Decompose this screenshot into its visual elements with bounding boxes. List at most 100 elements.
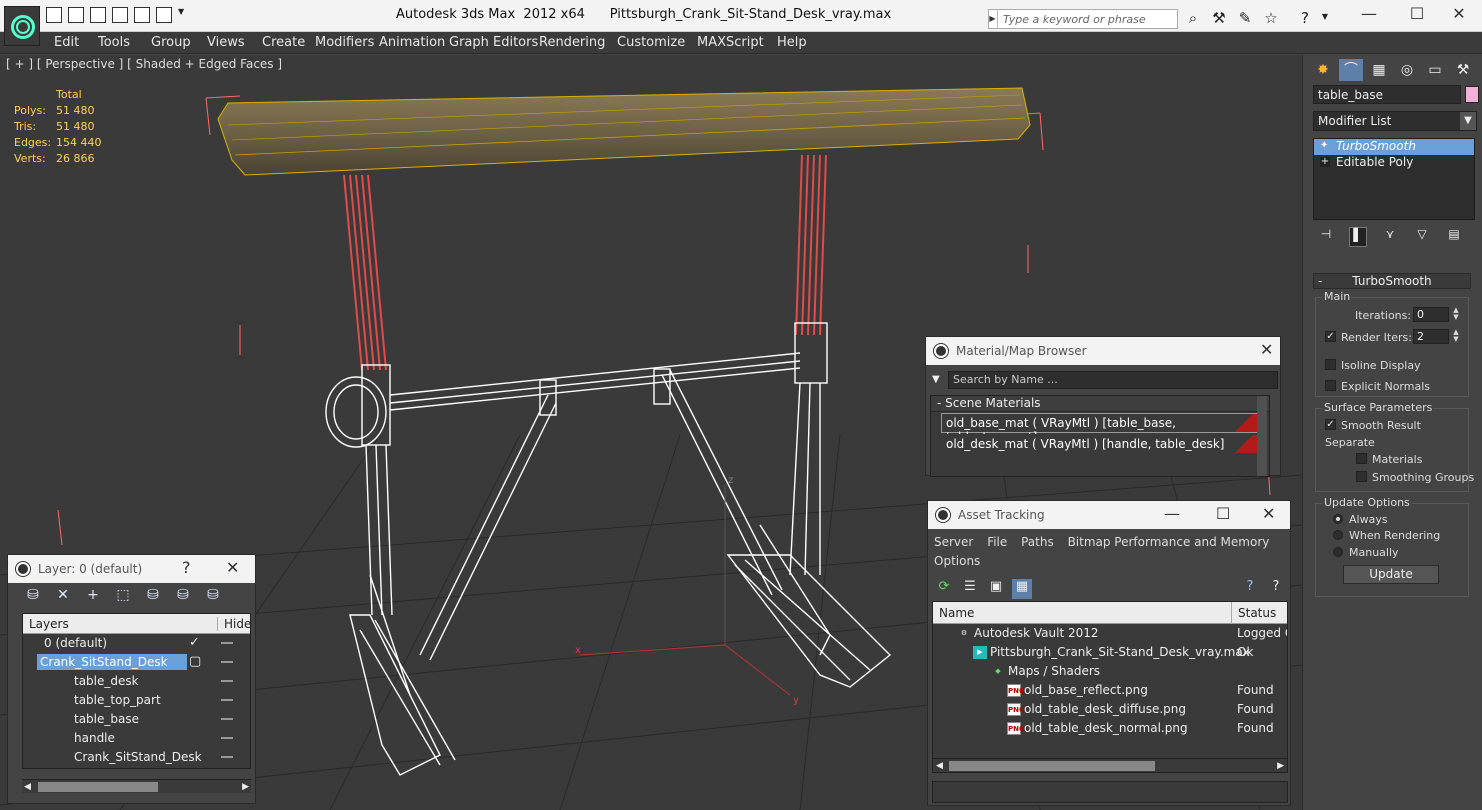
separate-smoothing-groups-checkbox[interactable] <box>1356 471 1367 482</box>
asset-tracking-titlebar[interactable]: Asset Tracking — ☐ ✕ <box>928 501 1290 529</box>
asset-horizontal-scrollbar[interactable]: ◀ ▶ <box>933 758 1287 772</box>
hide-toggle[interactable] <box>221 756 233 758</box>
hide-toggle[interactable] <box>221 737 233 739</box>
status-column-header[interactable]: Status <box>1231 602 1276 624</box>
scroll-left-icon[interactable]: ◀ <box>24 780 31 794</box>
layer-row[interactable]: table_base <box>23 710 250 729</box>
scroll-thumb[interactable] <box>949 761 1155 771</box>
scroll-right-icon[interactable]: ▶ <box>1277 759 1284 772</box>
render-iters-spinner[interactable]: 2 <box>1413 329 1449 344</box>
menu-graph-editors[interactable]: Graph Editors <box>449 35 538 50</box>
menu-create[interactable]: Create <box>262 35 305 50</box>
pin-stack-icon[interactable]: ⊣ <box>1317 227 1335 247</box>
layer-row[interactable]: Crank_SitStand_Desk <box>23 748 250 767</box>
hold-icon[interactable] <box>134 7 150 23</box>
minimize-button[interactable]: — <box>1346 4 1392 23</box>
material-list-scrollbar[interactable] <box>1257 396 1267 476</box>
add-to-layer-icon[interactable]: + <box>82 587 104 607</box>
hide-toggle[interactable] <box>221 680 233 682</box>
spinner-arrows-icon[interactable]: ▲ ▼ <box>1451 329 1461 344</box>
update-when-rendering-radio[interactable] <box>1333 530 1343 540</box>
update-always-radio[interactable] <box>1333 514 1343 524</box>
redo-icon[interactable] <box>112 7 128 23</box>
layer-window-titlebar[interactable]: Layer: 0 (default) ? ✕ <box>8 555 255 583</box>
material-item[interactable]: old_desk_mat ( VRayMtl ) [handle, table_… <box>941 434 1263 454</box>
motion-tab-icon[interactable]: ◎ <box>1395 59 1419 81</box>
update-button[interactable]: Update <box>1343 565 1439 584</box>
asset-row[interactable]: ▶ Pittsburgh_Crank_Sit-Stand_Desk_vray.ma… <box>933 643 1287 662</box>
help-icon[interactable]: ? <box>1240 579 1260 599</box>
close-button[interactable]: ✕ <box>226 558 239 577</box>
thumbnail-view-icon[interactable]: ▣ <box>986 579 1006 599</box>
new-layer-icon[interactable]: ⛁ <box>22 587 44 607</box>
make-unique-icon[interactable]: ⋎ <box>1381 227 1399 247</box>
menu-customize[interactable]: Customize <box>617 35 685 50</box>
lightbulb-icon[interactable]: ✦ <box>1320 141 1330 151</box>
layer-row[interactable]: table_desk <box>23 672 250 691</box>
menu-edit[interactable]: Edit <box>54 35 79 50</box>
refresh-icon[interactable]: ⟳ <box>934 579 954 599</box>
menu-views[interactable]: Views <box>207 35 245 50</box>
create-tab-icon[interactable]: ✸ <box>1311 59 1335 81</box>
scroll-left-icon[interactable]: ◀ <box>936 759 943 772</box>
iterations-spinner[interactable]: 0 <box>1413 307 1449 322</box>
freeze-all-icon[interactable]: ⛁ <box>202 587 224 607</box>
scroll-thumb[interactable] <box>38 782 158 792</box>
fetch-icon[interactable] <box>156 7 172 23</box>
modify-tab-icon[interactable]: ⌒ <box>1339 59 1363 81</box>
material-browser-titlebar[interactable]: Material/Map Browser ✕ <box>926 337 1280 365</box>
help-icon[interactable]: ? <box>1294 9 1316 27</box>
menu-paths[interactable]: Paths <box>1021 535 1054 549</box>
menu-group[interactable]: Group <box>151 35 191 50</box>
open-file-icon[interactable] <box>46 7 62 23</box>
layer-row[interactable]: 0 (default) ✓ <box>23 634 250 653</box>
layer-horizontal-scrollbar[interactable]: ◀ ▶ <box>22 779 251 793</box>
menu-bitmap-performance[interactable]: Bitmap Performance and Memory <box>1068 535 1270 549</box>
hide-all-icon[interactable]: ⛁ <box>172 587 194 607</box>
table-view-icon[interactable]: ▦ <box>1012 579 1032 599</box>
delete-layer-icon[interactable]: ✕ <box>52 587 74 607</box>
material-search-input[interactable]: Search by Name ... <box>948 371 1278 389</box>
help-dropdown-icon[interactable]: ▼ <box>1320 9 1330 27</box>
menu-maxscript[interactable]: MAXScript <box>697 35 764 50</box>
explicit-normals-checkbox[interactable] <box>1325 380 1336 391</box>
stack-item-turbosmooth[interactable]: ✦ TurboSmooth <box>1314 139 1474 155</box>
menu-options[interactable]: Options <box>934 554 980 568</box>
connect-icon[interactable]: ✎ <box>1234 9 1256 27</box>
asset-row[interactable]: ◆ Maps / Shaders <box>933 662 1287 681</box>
menu-animation[interactable]: Animation <box>379 35 445 50</box>
save-file-icon[interactable] <box>68 7 84 23</box>
configure-modifier-sets-icon[interactable]: ▤ <box>1445 227 1463 247</box>
update-manually-radio[interactable] <box>1333 547 1343 557</box>
menu-tools[interactable]: Tools <box>98 35 130 50</box>
viewport-label[interactable]: [ + ] [ Perspective ] [ Shaded + Edged F… <box>6 57 282 71</box>
hide-column-header[interactable]: Hide <box>217 617 251 631</box>
asset-row[interactable]: PNG old_table_desk_diffuse.png Found <box>933 700 1287 719</box>
remove-modifier-icon[interactable]: ▽ <box>1413 227 1431 247</box>
hide-toggle[interactable] <box>221 699 233 701</box>
menu-help[interactable]: Help <box>777 35 807 50</box>
asset-row[interactable]: PNG old_base_reflect.png Found <box>933 681 1287 700</box>
set-current-layer-icon[interactable]: ▢ <box>189 654 201 669</box>
expand-plus-icon[interactable]: + <box>1320 157 1330 167</box>
highlight-layer-icon[interactable]: ⛁ <box>142 587 164 607</box>
search-options-icon[interactable]: ▼ <box>932 374 940 385</box>
utilities-tab-icon[interactable]: ⚒ <box>1451 59 1475 81</box>
menu-file[interactable]: File <box>987 535 1007 549</box>
qat-dropdown-icon[interactable]: ▼ <box>178 7 188 23</box>
separate-materials-checkbox[interactable] <box>1356 453 1367 464</box>
hide-toggle[interactable] <box>221 642 233 644</box>
object-color-swatch[interactable] <box>1465 86 1479 103</box>
scene-materials-section[interactable]: - Scene Materials <box>931 396 1269 412</box>
display-tab-icon[interactable]: ▭ <box>1423 59 1447 81</box>
undo-icon[interactable] <box>90 7 106 23</box>
modifier-list-dropdown[interactable]: Modifier List ▼ <box>1313 111 1477 131</box>
asset-row[interactable]: ⚙Autodesk Vault 2012Logged O <box>933 624 1287 643</box>
app-logo-icon[interactable] <box>4 6 40 46</box>
wrench-icon[interactable]: ⚒ <box>1208 9 1230 27</box>
menu-modifiers[interactable]: Modifiers <box>315 35 374 50</box>
name-column-header[interactable]: Name <box>939 606 974 620</box>
object-name-field[interactable]: table_base <box>1313 85 1461 104</box>
select-objects-icon[interactable]: ⬚ <box>112 587 134 607</box>
help-search-input[interactable]: Type a keyword or phrase <box>988 9 1178 29</box>
